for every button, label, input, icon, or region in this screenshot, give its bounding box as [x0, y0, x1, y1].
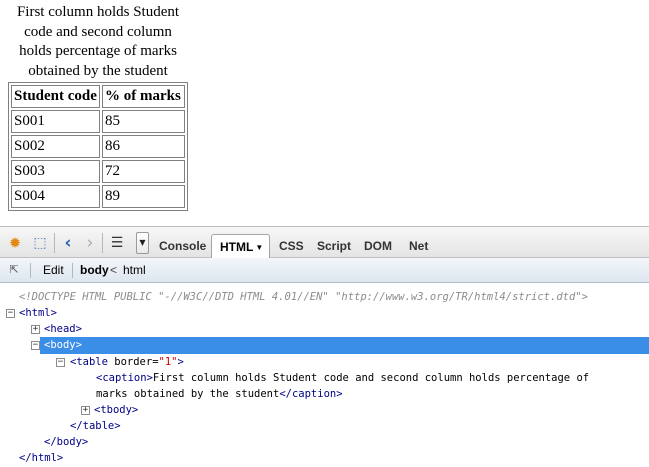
cell-percent-marks: 86 — [102, 135, 185, 158]
html-tree: <!DOCTYPE HTML PUBLIC "-//W3C//DTD HTML … — [0, 283, 649, 467]
collapse-toggle-icon[interactable]: − — [31, 341, 40, 350]
tab-console[interactable]: Console — [152, 236, 213, 259]
column-header-student-code: Student code — [11, 85, 100, 108]
table-caption: First column holds Student code and seco… — [16, 4, 180, 79]
toolbar-divider — [102, 233, 103, 253]
tag-table-open: <table — [70, 356, 108, 368]
toolbar-divider — [54, 233, 55, 253]
breadcrumb: ⇱ Edit body < html — [0, 258, 649, 283]
cell-student-code: S004 — [11, 185, 100, 208]
tree-node-doctype[interactable]: <!DOCTYPE HTML PUBLIC "-//W3C//DTD HTML … — [19, 289, 588, 305]
collapse-toggle-icon[interactable]: − — [6, 309, 15, 318]
rendered-page: First column holds Student code and seco… — [0, 0, 649, 226]
firebug-panel: ✹ ⬚ ‹ › ☰ ▼ Console HTML ▼ CSS Script DOM… — [0, 226, 649, 467]
attr-border-name: border= — [107, 356, 159, 368]
tag-caption-close: </caption> — [279, 388, 343, 400]
tag-head: <head> — [44, 323, 82, 335]
tree-node-caption-cont[interactable]: marks obtained by the student</caption> — [96, 386, 343, 402]
tree-node-head[interactable]: <head> — [44, 321, 82, 337]
caption-text-line1: First column holds Student code and seco… — [152, 372, 590, 384]
cell-student-code: S001 — [11, 110, 100, 133]
cell-student-code: S002 — [11, 135, 100, 158]
table-header-row: Student code % of marks — [11, 85, 185, 108]
cell-percent-marks: 72 — [102, 160, 185, 183]
tag-body-close: </body> — [44, 436, 89, 448]
tag-tbody: <tbody> — [94, 404, 139, 416]
tree-node-body-selected[interactable]: <body> — [40, 337, 649, 354]
breadcrumb-divider — [30, 263, 31, 278]
tab-script[interactable]: Script — [310, 236, 358, 259]
tab-dom[interactable]: DOM — [357, 236, 399, 259]
table-row: S002 86 — [11, 135, 185, 158]
breadcrumb-item-body[interactable]: body — [80, 263, 109, 278]
edit-button[interactable]: Edit — [43, 263, 64, 278]
table-row: S004 89 — [11, 185, 185, 208]
tree-node-caption[interactable]: <caption>First column holds Student code… — [96, 370, 589, 386]
tag-body-open: <body> — [44, 339, 82, 351]
tag-body-open-wrap: <body> — [44, 337, 82, 353]
chevron-down-icon: ▼ — [255, 243, 264, 252]
caption-text-line2: marks obtained by the student — [96, 388, 280, 400]
marks-table: First column holds Student code and seco… — [8, 3, 188, 211]
table-row: S003 72 — [11, 160, 185, 183]
panel-dropdown-button[interactable]: ▼ — [136, 232, 149, 254]
tree-node-body-close[interactable]: </body> — [44, 434, 88, 450]
column-header-percent-marks: % of marks — [102, 85, 185, 108]
expand-toggle-icon[interactable]: + — [31, 325, 40, 334]
firebug-logo-icon[interactable]: ✹ — [5, 233, 25, 253]
inspect-element-icon[interactable]: ⬚ — [30, 233, 50, 253]
firebug-toolbar: ✹ ⬚ ‹ › ☰ ▼ Console HTML ▼ CSS Script DOM… — [0, 226, 649, 260]
forward-icon[interactable]: › — [80, 233, 100, 253]
tab-html-label: HTML — [220, 240, 254, 254]
breadcrumb-item-html[interactable]: html — [123, 263, 146, 278]
tag-html-close: </html> — [19, 452, 64, 464]
back-icon[interactable]: ‹ — [58, 233, 78, 253]
breadcrumb-separator: < — [110, 263, 118, 277]
tab-net[interactable]: Net — [402, 236, 435, 259]
tag-table-close: </table> — [70, 420, 121, 432]
tag-table-open-end: > — [177, 356, 184, 368]
panel-menu-icon[interactable]: ☰ — [106, 233, 128, 253]
expand-collapse-icon[interactable]: ⇱ — [6, 262, 22, 278]
tree-node-html[interactable]: <html> — [19, 305, 57, 321]
cell-percent-marks: 85 — [102, 110, 185, 133]
doctype-text: <!DOCTYPE HTML PUBLIC "-//W3C//DTD HTML … — [19, 291, 588, 303]
tag-html-open: <html> — [19, 307, 57, 319]
tree-node-html-close[interactable]: </html> — [19, 450, 63, 466]
cell-percent-marks: 89 — [102, 185, 185, 208]
breadcrumb-divider — [72, 263, 73, 278]
collapse-toggle-icon[interactable]: − — [56, 358, 65, 367]
tab-html[interactable]: HTML ▼ — [211, 234, 271, 260]
tag-caption-open: <caption> — [96, 372, 153, 384]
tree-node-table-close[interactable]: </table> — [70, 418, 121, 434]
expand-toggle-icon[interactable]: + — [81, 406, 90, 415]
cell-student-code: S003 — [11, 160, 100, 183]
table-row: S001 85 — [11, 110, 185, 133]
attr-border-value: "1" — [158, 356, 178, 368]
tree-node-tbody[interactable]: <tbody> — [94, 402, 138, 418]
tab-css[interactable]: CSS — [272, 236, 311, 259]
tree-node-table[interactable]: <table border="1"> — [70, 354, 184, 370]
